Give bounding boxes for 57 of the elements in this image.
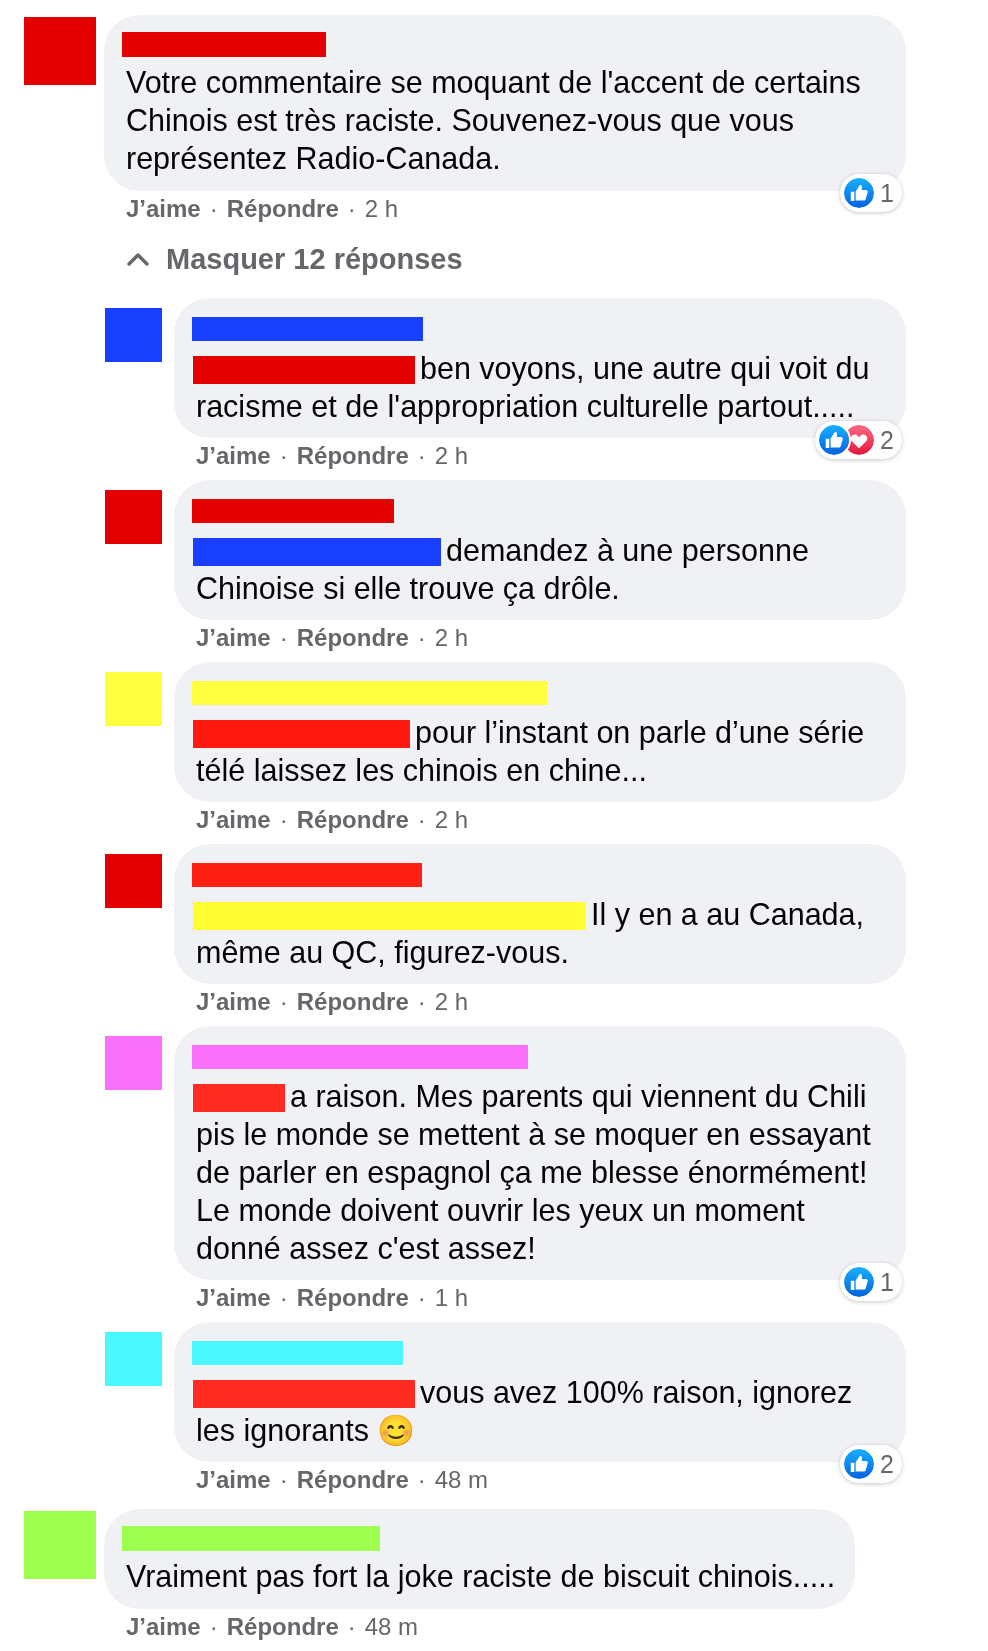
reply-link[interactable]: Répondre [296, 806, 409, 833]
like-link[interactable]: J’aime [126, 1613, 201, 1640]
like-link[interactable]: J’aime [196, 988, 271, 1015]
separator-dot: · [417, 442, 426, 469]
thumbs-up-icon [844, 178, 875, 208]
separator-dot: · [417, 988, 426, 1015]
timestamp[interactable]: 2 h [434, 988, 469, 1015]
like-link[interactable]: J’aime [196, 624, 271, 651]
thumbs-up-icon [819, 425, 850, 455]
separator-dot: · [279, 442, 288, 469]
timestamp[interactable]: 2 h [434, 806, 469, 833]
thumbs-up-icon [844, 1267, 875, 1297]
timestamp[interactable]: 2 h [434, 442, 469, 469]
reactions-button[interactable]: 1 [840, 1263, 902, 1301]
timestamp[interactable]: 2 h [434, 624, 469, 651]
separator-dot: · [209, 1613, 218, 1640]
timestamp[interactable]: 2 h [364, 195, 399, 222]
like-link[interactable]: J’aime [126, 195, 201, 222]
separator-dot: · [279, 624, 288, 651]
reactions-button[interactable]: 1 [840, 174, 902, 212]
separator-dot: · [347, 1613, 356, 1640]
reply-link[interactable]: Répondre [226, 1613, 339, 1640]
reply-link[interactable]: Répondre [296, 1284, 409, 1311]
comment-text: ben voyons, une autre qui voit du racisme et de l'appropriation culturelle partout..... [196, 351, 870, 423]
comment-text: pour l’instant on parle d’une série télé laissez les chinois en chine... [196, 715, 865, 787]
separator-dot: · [279, 988, 288, 1015]
timestamp[interactable]: 48 m [434, 1466, 489, 1493]
like-link[interactable]: J’aime [196, 806, 271, 833]
comment-text: Votre commentaire se moquant de l'accent de certains Chinois est très raciste. Souvenez-vous que vous représentez Radio-Canada. [126, 64, 862, 177]
separator-dot: · [417, 1284, 426, 1311]
comment-text: Il y en a au Canada, même au QC, figurez-vous. [196, 897, 864, 969]
separator-dot: · [417, 1466, 426, 1493]
comment-text: demandez à une personne Chinoise si elle trouve ça drôle. [196, 533, 809, 605]
comment-text: Vraiment pas fort la joke raciste de biscuit chinois..... [126, 1558, 836, 1595]
like-link[interactable]: J’aime [196, 1284, 271, 1311]
reactions-button[interactable]: 2 [840, 1445, 902, 1483]
reply-link[interactable]: Répondre [296, 442, 409, 469]
reply-link[interactable]: Répondre [226, 195, 339, 222]
reply-link[interactable]: Répondre [296, 1466, 409, 1493]
separator-dot: · [347, 195, 356, 222]
thumbs-up-icon [844, 1449, 875, 1479]
like-link[interactable]: J’aime [196, 1466, 271, 1493]
separator-dot: · [209, 195, 218, 222]
separator-dot: · [279, 1284, 288, 1311]
reply-link[interactable]: Répondre [296, 624, 409, 651]
separator-dot: · [417, 806, 426, 833]
like-link[interactable]: J’aime [196, 442, 271, 469]
separator-dot: · [417, 624, 426, 651]
reply-link[interactable]: Répondre [296, 988, 409, 1015]
timestamp[interactable]: 48 m [364, 1613, 419, 1640]
separator-dot: · [279, 1466, 288, 1493]
comment-text: a raison. Mes parents qui viennent du Chili pis le monde se mettent à se moquer en essayant de parler en espagnol ça me blesse énormément! Le monde doivent ouvrir les yeux un moment donné assez c'est assez! [196, 1079, 871, 1265]
comment-text: vous avez 100% raison, ignorez les ignorants 😊 [196, 1375, 853, 1447]
hide-replies-button[interactable]: Masquer 12 réponses [126, 240, 463, 278]
reactions-button[interactable]: 2 [815, 421, 902, 459]
timestamp[interactable]: 1 h [434, 1284, 469, 1311]
separator-dot: · [279, 806, 288, 833]
